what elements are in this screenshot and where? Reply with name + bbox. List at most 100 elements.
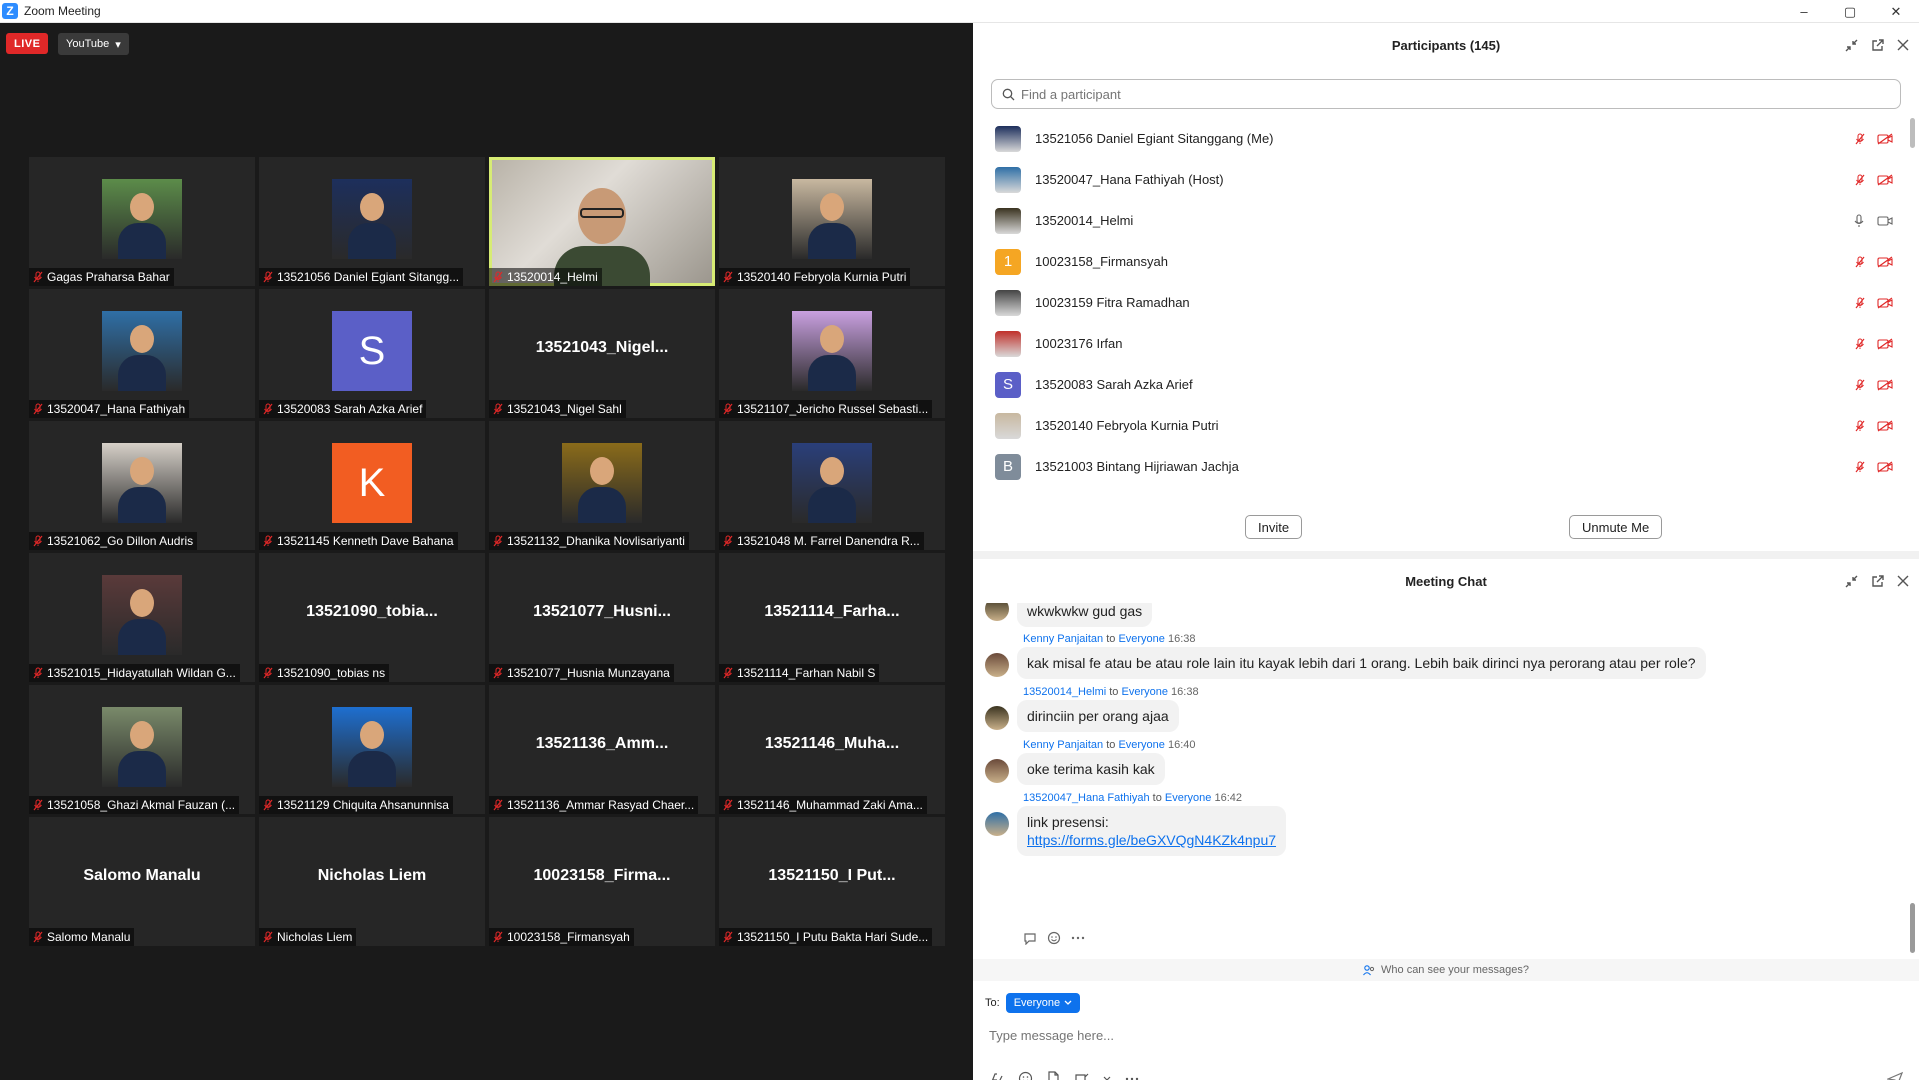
maximize-button[interactable]: ▢: [1827, 0, 1873, 23]
camera-off-icon[interactable]: [1877, 461, 1893, 473]
participant-row[interactable]: 13520140 Febryola Kurnia Putri: [991, 405, 1901, 446]
recipient-name[interactable]: Everyone: [1165, 792, 1211, 804]
muted-mic-icon[interactable]: [1855, 338, 1865, 350]
video-tile[interactable]: Nicholas Liem Nicholas Liem: [259, 817, 485, 946]
muted-mic-icon[interactable]: [1855, 297, 1865, 309]
minimize-button[interactable]: –: [1781, 0, 1827, 23]
sender-name[interactable]: Kenny Panjaitan: [1023, 633, 1103, 645]
camera-off-icon[interactable]: [1877, 174, 1893, 186]
video-tile[interactable]: 13521132_Dhanika Novlisariyanti: [489, 421, 715, 550]
more-options-icon[interactable]: [1125, 1072, 1139, 1080]
participant-row[interactable]: 10023176 Irfan: [991, 323, 1901, 364]
muted-mic-icon[interactable]: [1855, 379, 1865, 391]
video-tile[interactable]: 13521107_Jericho Russel Sebasti...: [719, 289, 945, 418]
recipient-dropdown[interactable]: Everyone: [1005, 993, 1081, 1013]
stream-platform-button[interactable]: YouTube ▾: [58, 33, 129, 55]
avatar: [792, 179, 872, 259]
participant-row[interactable]: 13520047_Hana Fathiyah (Host): [991, 159, 1901, 200]
screenshot-icon[interactable]: [1074, 1071, 1089, 1080]
participant-row[interactable]: 10023159 Fitra Ramadhan: [991, 282, 1901, 323]
video-tile[interactable]: 13521058_Ghazi Akmal Fauzan (...: [29, 685, 255, 814]
more-options-icon[interactable]: [1071, 931, 1085, 945]
muted-mic-icon[interactable]: [1855, 420, 1865, 432]
pop-out-icon[interactable]: [1869, 573, 1885, 589]
participant-row[interactable]: S 13520083 Sarah Azka Arief: [991, 364, 1901, 405]
participant-list-scrollbar[interactable]: [1910, 118, 1915, 498]
video-tile[interactable]: 13521146_Muha... 13521146_Muhammad Zaki A…: [719, 685, 945, 814]
video-tile[interactable]: K 13521145 Kenneth Dave Bahana: [259, 421, 485, 550]
recipient-name[interactable]: Everyone: [1121, 686, 1167, 698]
participant-row[interactable]: 13521056 Daniel Egiant Sitanggang (Me): [991, 118, 1901, 159]
avatar: [102, 575, 182, 655]
video-tile[interactable]: 13521043_Nigel... 13521043_Nigel Sahl: [489, 289, 715, 418]
video-tile[interactable]: 13521056 Daniel Egiant Sitangg...: [259, 157, 485, 286]
tile-name-label: 13521090_tobias ns: [259, 664, 390, 682]
participant-row[interactable]: B 13521003 Bintang Hijriawan Jachja: [991, 446, 1901, 487]
video-tile[interactable]: 13521150_I Put... 13521150_I Putu Bakta H…: [719, 817, 945, 946]
muted-mic-icon[interactable]: [1855, 461, 1865, 473]
video-tile[interactable]: 13521090_tobia... 13521090_tobias ns: [259, 553, 485, 682]
collapse-icon[interactable]: [1843, 37, 1859, 53]
pop-out-icon[interactable]: [1869, 37, 1885, 53]
message-link[interactable]: https://forms.gle/beGXVQgN4KZk4npu7: [1027, 832, 1276, 848]
emoji-reaction-icon[interactable]: [1047, 931, 1061, 945]
who-can-see-banner[interactable]: Who can see your messages?: [973, 959, 1919, 981]
close-button[interactable]: ✕: [1873, 0, 1919, 23]
close-icon[interactable]: [1895, 573, 1911, 589]
muted-mic-icon[interactable]: [1855, 174, 1865, 186]
camera-icon[interactable]: [1877, 214, 1893, 228]
video-tile[interactable]: 13521114_Farha... 13521114_Farhan Nabil S: [719, 553, 945, 682]
video-tile[interactable]: 13521062_Go Dillon Audris: [29, 421, 255, 550]
video-tile[interactable]: 13520047_Hana Fathiyah: [29, 289, 255, 418]
collapse-icon[interactable]: [1843, 573, 1859, 589]
muted-mic-icon: [33, 535, 43, 547]
camera-off-icon[interactable]: [1877, 420, 1893, 432]
video-tile[interactable]: 13521048 M. Farrel Danendra R...: [719, 421, 945, 550]
send-icon[interactable]: [1887, 1071, 1903, 1080]
camera-off-icon[interactable]: [1877, 297, 1893, 309]
participant-row[interactable]: 1 10023158_Firmansyah: [991, 241, 1901, 282]
sender-name[interactable]: 13520047_Hana Fathiyah: [1023, 792, 1150, 804]
participant-row[interactable]: 13520014_Helmi: [991, 200, 1901, 241]
format-text-icon[interactable]: [989, 1071, 1004, 1080]
video-tile[interactable]: 13521129 Chiquita Ahsanunnisa: [259, 685, 485, 814]
participant-search[interactable]: [991, 79, 1901, 109]
sender-name[interactable]: 13520014_Helmi: [1023, 686, 1106, 698]
camera-off-icon[interactable]: [1877, 256, 1893, 268]
close-icon[interactable]: [1895, 37, 1911, 53]
message-time: 16:38: [1171, 686, 1199, 698]
sender-name[interactable]: Kenny Panjaitan: [1023, 739, 1103, 751]
emoji-icon[interactable]: [1018, 1071, 1033, 1080]
video-tile[interactable]: S 13520083 Sarah Azka Arief: [259, 289, 485, 418]
muted-mic-icon[interactable]: [1855, 133, 1865, 145]
camera-off-icon[interactable]: [1877, 338, 1893, 350]
camera-off-icon[interactable]: [1877, 133, 1893, 145]
camera-off-icon[interactable]: [1877, 379, 1893, 391]
video-tile[interactable]: 13520014_Helmi: [489, 157, 715, 286]
unmute-me-button[interactable]: Unmute Me: [1569, 515, 1663, 539]
file-icon[interactable]: [1047, 1071, 1060, 1080]
participant-search-input[interactable]: [1021, 86, 1881, 102]
mic-icon[interactable]: [1853, 213, 1865, 228]
live-badge[interactable]: LIVE: [6, 33, 49, 54]
chat-scrollbar[interactable]: [1910, 903, 1915, 953]
video-tile[interactable]: 13521136_Amm... 13521136_Ammar Rasyad Cha…: [489, 685, 715, 814]
video-tile[interactable]: 13520140 Febryola Kurnia Putri: [719, 157, 945, 286]
avatar: [995, 207, 1021, 234]
muted-mic-icon[interactable]: [1855, 256, 1865, 268]
avatar-letter: S: [1002, 376, 1013, 393]
tile-name-label: 13520014_Helmi: [489, 268, 602, 286]
zoom-logo-icon: Z: [2, 3, 18, 19]
video-tile[interactable]: Salomo Manalu Salomo Manalu: [29, 817, 255, 946]
muted-mic-icon: [723, 799, 733, 811]
video-tile[interactable]: 13521077_Husni... 13521077_Husnia Munzaya…: [489, 553, 715, 682]
recipient-name[interactable]: Everyone: [1118, 633, 1164, 645]
reply-icon[interactable]: [1023, 931, 1037, 945]
video-tile[interactable]: Gagas Praharsa Bahar: [29, 157, 255, 286]
video-tile[interactable]: 10023158_Firma... 10023158_Firmansyah: [489, 817, 715, 946]
recipient-name[interactable]: Everyone: [1118, 739, 1164, 751]
message-input[interactable]: [989, 1023, 1889, 1047]
invite-button[interactable]: Invite: [1245, 515, 1303, 539]
video-tile[interactable]: 13521015_Hidayatullah Wildan G...: [29, 553, 255, 682]
chevron-down-icon[interactable]: [1103, 1076, 1111, 1080]
